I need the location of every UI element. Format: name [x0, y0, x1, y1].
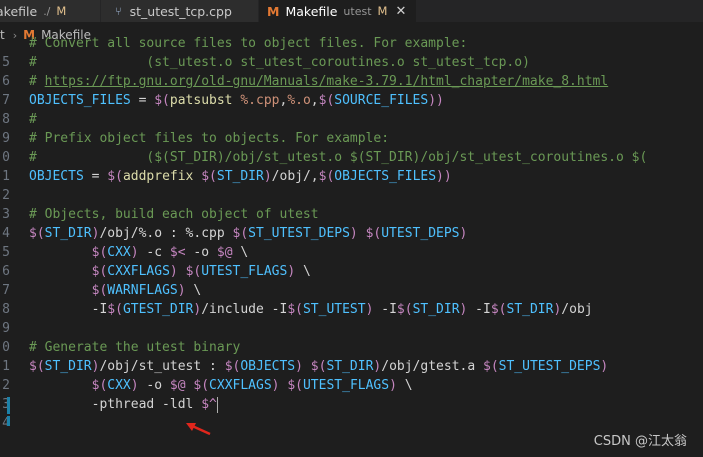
modified-indicator: M	[377, 4, 388, 18]
code-text: #	[29, 112, 37, 127]
code-line[interactable]: 0 # ($(ST_DIR)/obj/st_utest.o $(ST_DIR)/o…	[0, 148, 703, 167]
modified-gutter-marker	[7, 397, 10, 414]
modified-gutter-marker	[7, 416, 10, 426]
code-line[interactable]: 3 -pthread -ldl $^	[0, 395, 703, 414]
tab-st-utest-tcp[interactable]: ⑂ st_utest_tcp.cpp	[100, 0, 258, 22]
code-line[interactable]: 4	[0, 414, 703, 426]
code-line[interactable]: 5 $(CXX) -c $< -o $@ \	[0, 243, 703, 262]
code-line[interactable]: 9	[0, 319, 703, 338]
code-line[interactable]: 4 $(ST_DIR)/obj/%.o : %.cpp $(ST_UTEST_DE…	[0, 224, 703, 243]
code-text: $(WARNFLAGS) \	[91, 283, 202, 298]
code-text: $(CXX) -o $@ $(CXXFLAGS) $(UTEST_FLAGS) …	[91, 378, 413, 393]
code-text: $(ST_DIR)/obj/st_utest : $(OBJECTS) $(ST…	[29, 359, 609, 374]
code-line[interactable]: 6 $(CXXFLAGS) $(UTEST_FLAGS) \	[0, 262, 703, 281]
tab-label: Makefile	[285, 3, 338, 19]
tab-makefile-utest[interactable]: M Makefile utest M ✕	[258, 0, 416, 22]
line-number: 9	[2, 131, 10, 146]
makefile-icon: M	[267, 3, 280, 19]
line-number: 6	[2, 264, 10, 279]
tab-label: st_utest_tcp.cpp	[129, 3, 232, 19]
line-number: 0	[2, 340, 10, 355]
code-text: $(CXX) -c $< -o $@ \	[91, 245, 249, 260]
code-line[interactable]: 8 -I$(GTEST_DIR)/include -I$(ST_UTEST) -…	[0, 300, 703, 319]
code-line[interactable]: # Convert all source files to object fil…	[0, 36, 703, 53]
line-number: 5	[2, 55, 10, 70]
code-text: -I$(GTEST_DIR)/include -I$(ST_UTEST) -I$…	[29, 302, 593, 317]
code-text: $(CXXFLAGS) $(UTEST_FLAGS) \	[91, 264, 311, 279]
tab-description: utest	[343, 4, 372, 18]
code-editor[interactable]: # Convert all source files to object fil…	[0, 36, 703, 426]
code-text: OBJECTS_FILES = $(patsubst %.cpp,%.o,$(S…	[29, 93, 444, 108]
line-number: 4	[2, 226, 10, 241]
line-number: 2	[2, 378, 10, 393]
code-line[interactable]: 1 OBJECTS = $(addprefix $(ST_DIR)/obj/,$(…	[0, 167, 703, 186]
watermark: CSDN @江太翁	[593, 434, 687, 449]
line-number: 3	[2, 207, 10, 222]
code-text: # ($(ST_DIR)/obj/st_utest.o $(ST_DIR)/ob…	[29, 150, 648, 165]
line-number: 2	[2, 188, 10, 203]
code-text: OBJECTS = $(addprefix $(ST_DIR)/obj/,$(O…	[29, 169, 452, 184]
code-text: -pthread -ldl $^	[29, 396, 218, 413]
line-number: 7	[2, 93, 10, 108]
close-icon[interactable]: ✕	[395, 4, 406, 19]
code-line[interactable]: 8 #	[0, 110, 703, 129]
line-number: 1	[2, 359, 10, 374]
code-line[interactable]: 0 # Generate the utest binary	[0, 338, 703, 357]
modified-indicator: M	[56, 4, 67, 18]
tab-description: ./	[43, 4, 51, 18]
code-line[interactable]: 9 # Prefix object files to objects. For e…	[0, 129, 703, 148]
code-line[interactable]: 2 $(CXX) -o $@ $(CXXFLAGS) $(UTEST_FLAGS…	[0, 376, 703, 395]
editor-tab-bar: akefile ./ M ⑂ st_utest_tcp.cpp M Makefi…	[0, 0, 703, 22]
line-number: 0	[2, 150, 10, 165]
code-text: # Prefix object files to objects. For ex…	[29, 131, 390, 146]
tab-label: akefile	[0, 3, 38, 19]
line-number: 6	[2, 74, 10, 89]
code-line[interactable]: 5 # (st_utest.o st_utest_coroutines.o st_…	[0, 53, 703, 72]
code-text: # Convert all source files to object fil…	[29, 36, 468, 51]
code-text: # Generate the utest binary	[29, 340, 241, 355]
code-line[interactable]: 3 # Objects, build each object of utest	[0, 205, 703, 224]
arrow-annotation-icon	[186, 423, 211, 436]
code-line[interactable]: 1 $(ST_DIR)/obj/st_utest : $(OBJECTS) $(S…	[0, 357, 703, 376]
git-compare-icon: ⑂	[115, 4, 122, 18]
line-number: 9	[2, 321, 10, 336]
code-line[interactable]: 7 $(WARNFLAGS) \	[0, 281, 703, 300]
code-line[interactable]: 7 OBJECTS_FILES = $(patsubst %.cpp,%.o,$(…	[0, 91, 703, 110]
line-number: 8	[2, 302, 10, 317]
code-text: # (st_utest.o st_utest_coroutines.o st_u…	[29, 55, 530, 70]
line-number: 5	[2, 245, 10, 260]
line-number: 7	[2, 283, 10, 298]
tab-makefile-root[interactable]: akefile ./ M	[0, 0, 100, 22]
code-text: # https://ftp.gnu.org/old-gnu/Manuals/ma…	[29, 74, 609, 89]
code-line[interactable]: 2	[0, 186, 703, 205]
line-number: 8	[2, 112, 10, 127]
line-number: 1	[2, 169, 10, 184]
code-text: $(ST_DIR)/obj/%.o : %.cpp $(ST_UTEST_DEP…	[29, 226, 468, 241]
code-line[interactable]: 6 # https://ftp.gnu.org/old-gnu/Manuals/m…	[0, 72, 703, 91]
code-text: # Objects, build each object of utest	[29, 207, 319, 222]
